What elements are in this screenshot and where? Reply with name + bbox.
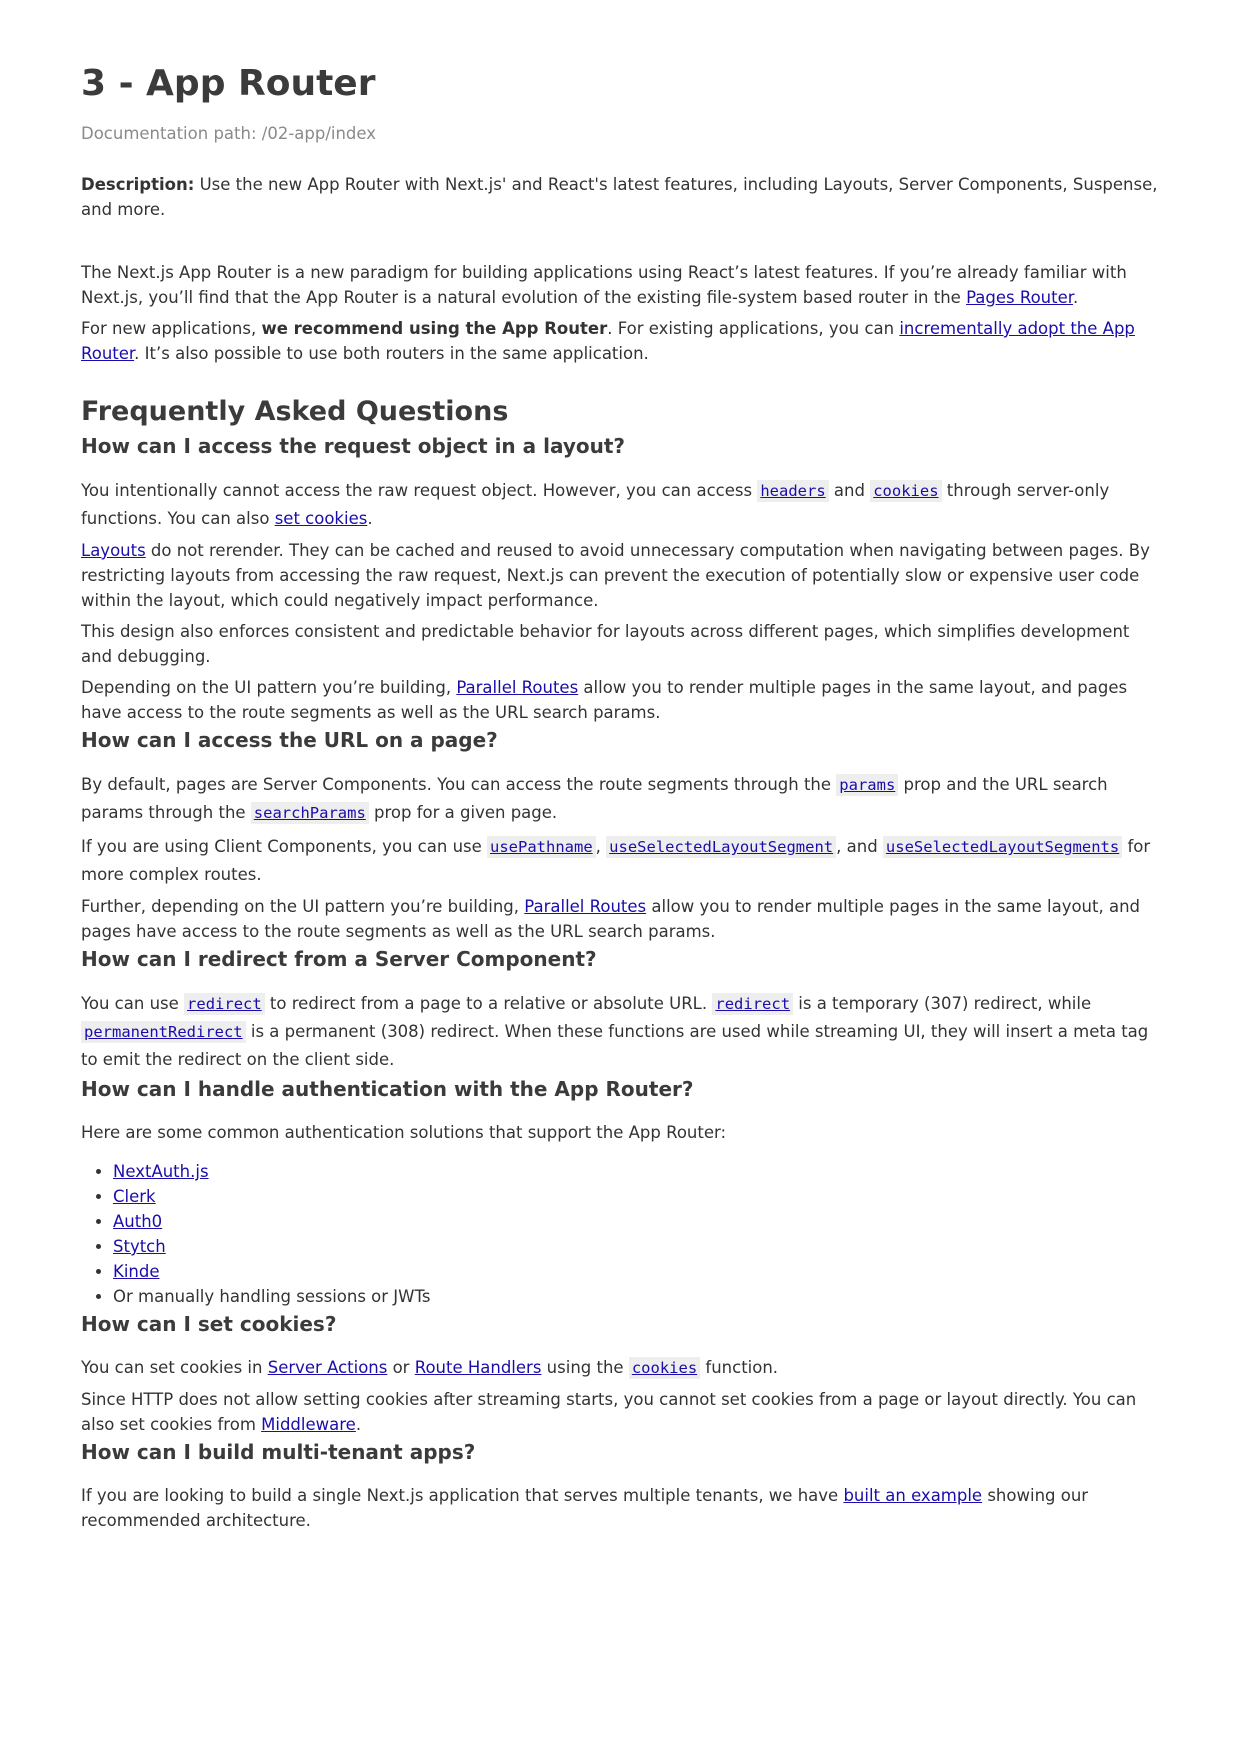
stytch-link[interactable]: Stytch [113, 1237, 166, 1256]
code-redirect: redirect [184, 993, 265, 1015]
q1-paragraph-3: This design also enforces consistent and… [81, 622, 1130, 666]
kinde-link[interactable]: Kinde [113, 1262, 160, 1281]
code-headers: headers [757, 480, 829, 502]
faq-heading: Frequently Asked Questions [81, 396, 509, 427]
q5-text: You can set cookies in [81, 1358, 268, 1377]
q3-paragraph-1: You can use redirect to redirect from a … [81, 990, 1160, 1074]
question-heading-set-cookies: How can I set cookies? [81, 1312, 337, 1336]
question-heading-authentication: How can I handle authentication with the… [81, 1077, 694, 1101]
q4-intro: Here are some common authentication solu… [81, 1123, 727, 1142]
question-heading-redirect: How can I redirect from a Server Compone… [81, 947, 597, 971]
document-page: 3 - App Router Documentation path: /02-a… [0, 0, 1240, 1755]
q2-paragraph-3: Further, depending on the UI pattern you… [81, 894, 1160, 944]
q1-text: do not rerender. They can be cached and … [81, 541, 1150, 610]
q1-text: Depending on the UI pattern you’re build… [81, 678, 457, 697]
intro2-text: . For existing applications, you can [607, 319, 900, 338]
description-text: Use the new App Router with Next.js' and… [81, 175, 1158, 219]
useselectedlayoutsegment-link[interactable]: useSelectedLayoutSegment [606, 836, 837, 858]
permanentredirect-link[interactable]: permanentRedirect [81, 1021, 246, 1043]
list-item: Clerk [113, 1184, 1160, 1209]
documentation-path: Documentation path: /02-app/index [81, 124, 377, 143]
list-item: Kinde [113, 1259, 1160, 1284]
built-an-example-link[interactable]: built an example [843, 1486, 982, 1505]
q1-text: . [367, 509, 373, 528]
q3-text: to redirect from a page to a relative or… [264, 994, 713, 1013]
redirect-link-2[interactable]: redirect [712, 993, 794, 1015]
q1-paragraph-4: Depending on the UI pattern you’re build… [81, 675, 1160, 725]
code-searchparams: searchParams [250, 802, 369, 824]
auth-solutions-list: NextAuth.js Clerk Auth0 Stytch Kinde Or … [81, 1159, 1160, 1309]
cookies-link[interactable]: cookies [870, 480, 942, 502]
q2-text: , and [836, 837, 883, 856]
cookies-function-link[interactable]: cookies [628, 1357, 701, 1379]
intro-paragraph-1: The Next.js App Router is a new paradigm… [81, 260, 1160, 310]
headers-link[interactable]: headers [757, 480, 829, 502]
description-label: Description: [81, 175, 195, 194]
code-permanentredirect: permanentRedirect [81, 1021, 246, 1043]
list-item: Auth0 [113, 1209, 1160, 1234]
code-useselectedlayoutsegment: useSelectedLayoutSegment [606, 836, 837, 858]
description-paragraph: Description: Use the new App Router with… [81, 172, 1160, 222]
q2-text: If you are using Client Components, you … [81, 837, 488, 856]
parallel-routes-link-2[interactable]: Parallel Routes [524, 897, 646, 916]
q5-paragraph-1: You can set cookies in Server Actions or… [81, 1355, 1160, 1381]
auth0-link[interactable]: Auth0 [113, 1212, 162, 1231]
nextauth-link[interactable]: NextAuth.js [113, 1162, 209, 1181]
q5-text: . [355, 1415, 362, 1434]
question-heading-request-object: How can I access the request object in a… [81, 434, 626, 458]
question-heading-multi-tenant: How can I build multi-tenant apps? [81, 1440, 476, 1464]
q5-text: function. [700, 1358, 779, 1377]
code-params: params [836, 774, 899, 796]
list-item: Stytch [113, 1234, 1160, 1259]
redirect-link[interactable]: redirect [184, 993, 265, 1015]
question-heading-url-on-page: How can I access the URL on a page? [81, 728, 498, 752]
searchparams-link[interactable]: searchParams [250, 802, 369, 824]
q3-text: is a temporary (307) redirect, while [793, 994, 1092, 1013]
clerk-link[interactable]: Clerk [113, 1187, 156, 1206]
parallel-routes-link[interactable]: Parallel Routes [456, 678, 578, 697]
code-cookies: cookies [870, 480, 942, 502]
intro2-text: For new applications, [81, 319, 262, 338]
set-cookies-link[interactable]: set cookies [275, 509, 368, 528]
q1-paragraph-2: Layouts do not rerender. They can be cac… [81, 538, 1160, 613]
params-link[interactable]: params [836, 774, 899, 796]
layouts-link[interactable]: Layouts [81, 541, 146, 560]
q2-paragraph-1: By default, pages are Server Components.… [81, 771, 1160, 827]
useselectedlayoutsegments-link[interactable]: useSelectedLayoutSegments [882, 836, 1123, 858]
intro2-bold: we recommend using the App Router [261, 319, 608, 338]
usepathname-link[interactable]: usePathname [487, 836, 596, 858]
q3-text: You can use [81, 994, 185, 1013]
q1-text: and [828, 481, 871, 500]
code-cookies: cookies [628, 1357, 701, 1379]
list-item: NextAuth.js [113, 1159, 1160, 1184]
middleware-link[interactable]: Middleware [261, 1415, 356, 1434]
q6-text: If you are looking to build a single Nex… [81, 1486, 844, 1505]
pages-router-link[interactable]: Pages Router [966, 288, 1073, 307]
intro2-text: . It’s also possible to use both routers… [134, 344, 649, 363]
q5-text: using the [541, 1358, 629, 1377]
q6-paragraph-1: If you are looking to build a single Nex… [81, 1483, 1160, 1533]
page-title: 3 - App Router [81, 63, 376, 104]
q1-text: You intentionally cannot access the raw … [81, 481, 758, 500]
code-redirect: redirect [712, 993, 794, 1015]
q5-text: or [387, 1358, 415, 1377]
q2-text: By default, pages are Server Components.… [81, 775, 837, 794]
q5-paragraph-2: Since HTTP does not allow setting cookie… [81, 1387, 1160, 1437]
q2-text: , [595, 837, 607, 856]
list-item: Or manually handling sessions or JWTs [113, 1284, 1160, 1309]
q2-paragraph-2: If you are using Client Components, you … [81, 833, 1160, 888]
q5-text: Since HTTP does not allow setting cookie… [81, 1390, 1137, 1434]
code-usepathname: usePathname [487, 836, 596, 858]
server-actions-link[interactable]: Server Actions [268, 1358, 388, 1377]
route-handlers-link[interactable]: Route Handlers [415, 1358, 542, 1377]
q2-text: prop for a given page. [368, 803, 558, 822]
intro-paragraph-2: For new applications, we recommend using… [81, 316, 1160, 366]
code-useselectedlayoutsegments: useSelectedLayoutSegments [882, 836, 1123, 858]
q1-paragraph-1: You intentionally cannot access the raw … [81, 477, 1160, 532]
intro-text-end: . [1073, 288, 1079, 307]
q2-text: Further, depending on the UI pattern you… [81, 897, 525, 916]
